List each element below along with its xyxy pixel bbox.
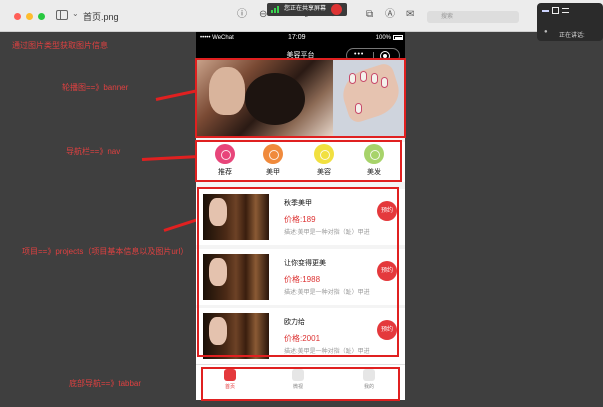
menu-icon[interactable] (562, 8, 569, 13)
status-bar: ••••• WeChat 17:09 100% (196, 32, 405, 44)
battery-icon (393, 35, 403, 40)
microphone-icon: ● (544, 29, 548, 35)
rotate-icon[interactable]: ⧉ (366, 9, 373, 21)
more-icon[interactable]: ••• (354, 51, 364, 58)
clock: 17:09 (288, 34, 306, 41)
close-window-button[interactable] (14, 13, 21, 20)
search-input[interactable]: 搜索 (427, 11, 519, 23)
speaking-label: 正在讲话: (559, 33, 585, 39)
battery-percent: 100% (375, 35, 391, 41)
zoom-window-button[interactable] (38, 13, 45, 20)
nav-highlight-box (195, 140, 402, 182)
stop-share-button[interactable] (331, 4, 342, 15)
audio-level-icon (271, 6, 280, 13)
sidebar-toggle-icon[interactable] (56, 10, 68, 20)
annotate-icon[interactable]: Ⓐ (385, 9, 395, 21)
annotation-projects: 项目==》projects（项目基本信息以及图片url） (22, 247, 189, 256)
info-icon[interactable]: ⓘ (237, 9, 247, 21)
screen-share-text: 您正在共享屏幕 (284, 6, 327, 12)
minimize-icon[interactable] (542, 10, 549, 12)
banner-highlight-box (195, 58, 406, 138)
tabbar-highlight-box (201, 367, 400, 401)
annotation-nav: 导航栏==》nav (66, 147, 121, 156)
window-titlebar: ⌄ 首页.png ⓘ ⊖ ⇪ ✎ ⧉ Ⓐ ✉ 您正在共享屏幕 ⌕ 搜索 (0, 0, 603, 32)
window-icon[interactable] (552, 7, 559, 14)
annotation-tabbar: 底部导航==》tabbar (69, 379, 142, 388)
chevron-down-icon[interactable]: ⌄ (72, 9, 79, 18)
carrier-label: ••••• WeChat (200, 35, 234, 41)
annotation-header-note: 通过图片类型获取图片信息 (12, 41, 108, 50)
mail-icon[interactable]: ✉ (406, 9, 414, 21)
projects-highlight-box (197, 187, 399, 357)
file-title: 首页.png (83, 12, 119, 22)
minimize-window-button[interactable] (26, 13, 33, 20)
voice-overlay: ● 正在讲话: (537, 3, 603, 41)
annotation-banner: 轮播图==》banner (62, 83, 129, 92)
